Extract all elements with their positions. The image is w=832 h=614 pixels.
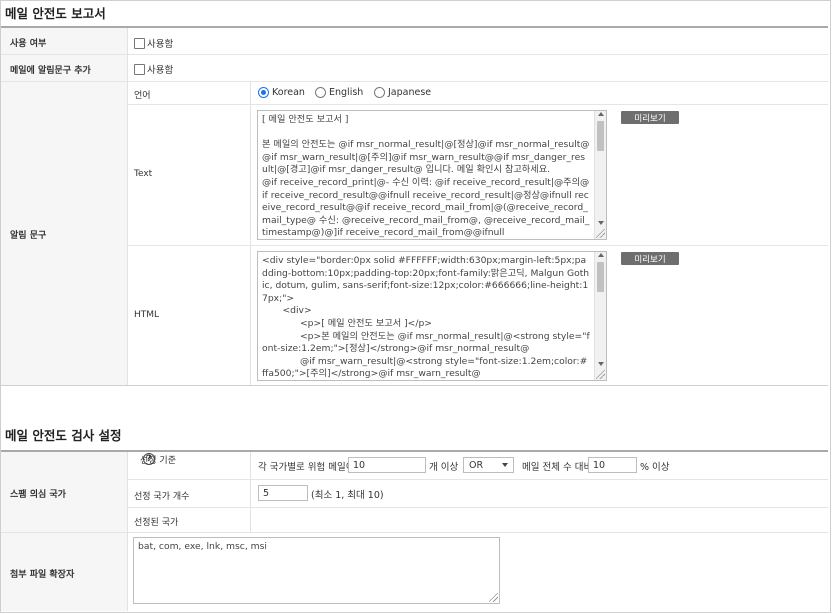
criteria-operator-select[interactable]: OR [463,457,514,473]
radio-circle-japanese[interactable] [374,87,385,98]
resize-grip-icon[interactable] [596,370,605,379]
section-title-report: 메일 안전도 보고서 [5,6,106,21]
resize-grip-icon[interactable] [596,229,605,238]
attach-label: 첨부 파일 확장자 [10,570,75,580]
radio-japanese-label: Japanese [388,87,432,98]
criteria-ratio-suffix-text: % 이상 [640,462,670,473]
html-preview-button[interactable]: 미리보기 [621,252,679,265]
spam-label-cell: 스팸 의심 국가 [1,452,128,532]
text-template-content: [ 메일 안전도 보고서 ] 본 메일의 안전도는 @if msr_normal… [262,114,590,239]
criteria-label-cell: 선정 기준 ? [128,452,251,479]
checkbox-box[interactable] [134,63,145,75]
use-label: 사용 여부 [10,39,47,49]
scroll-up-icon[interactable] [598,112,604,116]
radio-korean[interactable]: Korean [258,87,305,98]
text-preview-button[interactable]: 미리보기 [621,111,679,124]
text-label: Text [134,169,153,179]
textarea-scrollbar[interactable] [594,252,606,380]
criteria-ratio-prefix-text: 메일 전체 수 대비 [522,462,593,473]
selected-countries-label: 선정된 국가 [134,518,179,528]
radio-english-label: English [329,87,364,98]
alert-label-cell: 알림 문구 [1,82,128,385]
radio-japanese[interactable]: Japanese [374,87,431,98]
section-title-check: 메일 안전도 검사 설정 [5,428,122,443]
notice-checkbox[interactable]: 사용함 [134,62,173,76]
spam-label: 스팸 의심 국가 [10,490,66,500]
text-label-cell: Text [128,105,251,245]
scroll-thumb[interactable] [597,121,604,151]
use-checkbox[interactable]: 사용함 [134,36,173,50]
checkbox-box[interactable] [134,37,145,49]
scroll-thumb[interactable] [597,262,604,292]
radio-circle-korean[interactable] [258,87,269,98]
selected-countries-label-cell: 선정된 국가 [128,508,251,532]
criteria-ratio-input[interactable]: 10 [588,457,637,473]
attach-label-cell: 첨부 파일 확장자 [1,533,128,611]
criteria-mid-text: 개 이상 [429,462,459,473]
notice-checkbox-label: 사용함 [147,65,174,76]
criteria-count-input[interactable]: 10 [348,457,426,473]
country-count-label: 선정 국가 개수 [134,492,190,502]
help-icon[interactable]: ? [143,453,155,465]
html-template-content: <div style="border:0px solid #FFFFFF;wid… [262,255,590,380]
resize-grip-icon[interactable] [489,593,498,602]
attach-extensions-textarea[interactable]: bat, com, exe, lnk, msc, msi [133,537,500,604]
notice-label-cell: 메일에 알림문구 추가 [1,55,128,81]
criteria-prefix-text: 각 국가별로 위험 메일이 [258,462,355,473]
scroll-down-icon[interactable] [598,362,604,366]
alert-label: 알림 문구 [10,231,47,241]
html-template-textarea[interactable]: <div style="border:0px solid #FFFFFF;wid… [257,251,607,381]
radio-korean-label: Korean [272,87,305,98]
chevron-down-icon [502,463,508,467]
language-label-cell: 언어 [128,82,251,105]
html-label-cell: HTML [128,246,251,385]
textarea-scrollbar[interactable] [594,111,606,239]
radio-circle-english[interactable] [315,87,326,98]
notice-label: 메일에 알림문구 추가 [10,66,91,76]
country-count-hint: (최소 1, 최대 10) [311,490,384,501]
html-label: HTML [134,310,160,320]
text-template-textarea[interactable]: [ 메일 안전도 보고서 ] 본 메일의 안전도는 @if msr_normal… [257,110,607,240]
section-bottom-border [1,385,828,386]
criteria-operator-value: OR [469,459,484,471]
scroll-down-icon[interactable] [598,221,604,225]
country-count-label-cell: 선정 국가 개수 [128,480,251,507]
attach-extensions-content: bat, com, exe, lnk, msc, msi [138,541,267,552]
radio-english[interactable]: English [315,87,363,98]
use-checkbox-label: 사용함 [147,39,174,50]
language-label: 언어 [134,91,151,101]
use-label-cell: 사용 여부 [1,28,128,54]
country-count-input[interactable]: 5 [258,485,308,501]
scroll-up-icon[interactable] [598,253,604,257]
